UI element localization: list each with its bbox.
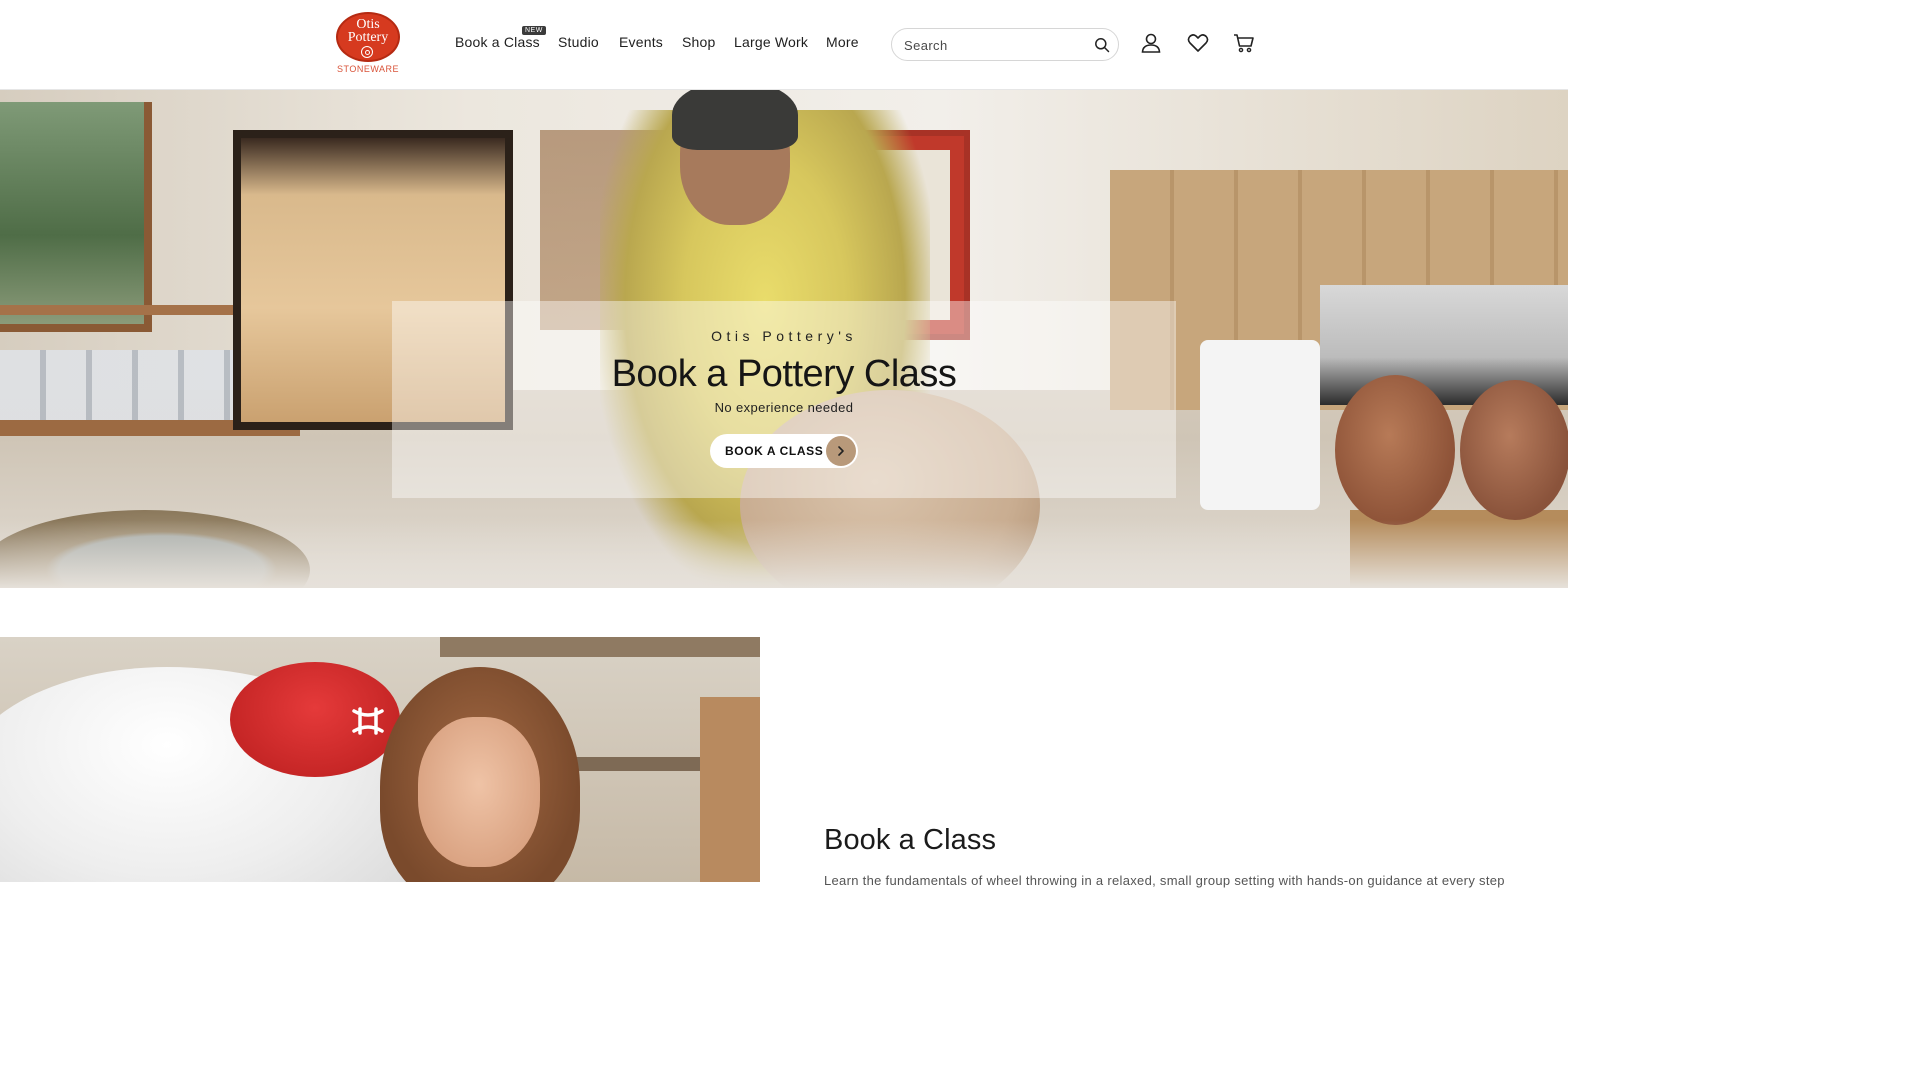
class-photo xyxy=(0,637,760,882)
hero-photo-vase xyxy=(1460,380,1568,520)
book-a-class-button[interactable]: BOOK A CLASS xyxy=(710,434,858,468)
hero-photo-potter-cap xyxy=(672,90,798,150)
class-photo-shelf xyxy=(440,637,760,657)
hero-photo-window xyxy=(0,102,152,332)
nav-large-work[interactable]: Large Work xyxy=(734,34,808,50)
nav-shop[interactable]: Shop xyxy=(682,34,716,50)
hero-photo-vase xyxy=(1335,375,1455,525)
hero-title: Book a Pottery Class xyxy=(611,353,957,395)
hero-card: Otis Pottery's Book a Pottery Class No e… xyxy=(392,301,1176,498)
section-description: Learn the fundamentals of wheel throwing… xyxy=(824,873,1505,888)
cap-logo-icon xyxy=(352,707,384,735)
nav-more[interactable]: More xyxy=(826,34,859,50)
nav-book-a-class[interactable]: Book a Class xyxy=(455,34,540,50)
hero-subtitle: No experience needed xyxy=(714,400,854,415)
search-input[interactable] xyxy=(904,35,1084,55)
logo-spiral-icon xyxy=(361,46,373,58)
class-photo-board xyxy=(700,697,760,882)
logo-subtitle: STONEWARE xyxy=(336,64,399,74)
book-a-class-button-label: BOOK A CLASS xyxy=(725,444,824,458)
nav-studio[interactable]: Studio xyxy=(558,34,599,50)
cart-icon[interactable] xyxy=(1233,32,1255,54)
nav-events[interactable]: Events xyxy=(619,34,663,50)
logo-text-line2: Pottery xyxy=(347,30,389,45)
search-icon[interactable] xyxy=(1094,37,1110,53)
chevron-right-icon xyxy=(826,436,856,466)
hero-banner: Otis Pottery's Book a Pottery Class No e… xyxy=(0,90,1568,588)
search-box[interactable] xyxy=(891,28,1119,61)
wishlist-heart-icon[interactable] xyxy=(1187,32,1209,54)
new-badge: NEW xyxy=(522,26,546,35)
site-logo[interactable]: Otis Pottery STONEWARE xyxy=(333,12,403,74)
site-header: Otis Pottery STONEWARE Book a Class Stud… xyxy=(0,0,1568,90)
section-title: Book a Class xyxy=(824,824,997,856)
account-icon[interactable] xyxy=(1140,32,1162,54)
class-photo-student-face xyxy=(418,717,540,867)
hero-photo-bubble-wrap xyxy=(1200,340,1320,510)
hero-kicker: Otis Pottery's xyxy=(711,328,857,344)
hero-photo-floor xyxy=(0,520,1568,588)
